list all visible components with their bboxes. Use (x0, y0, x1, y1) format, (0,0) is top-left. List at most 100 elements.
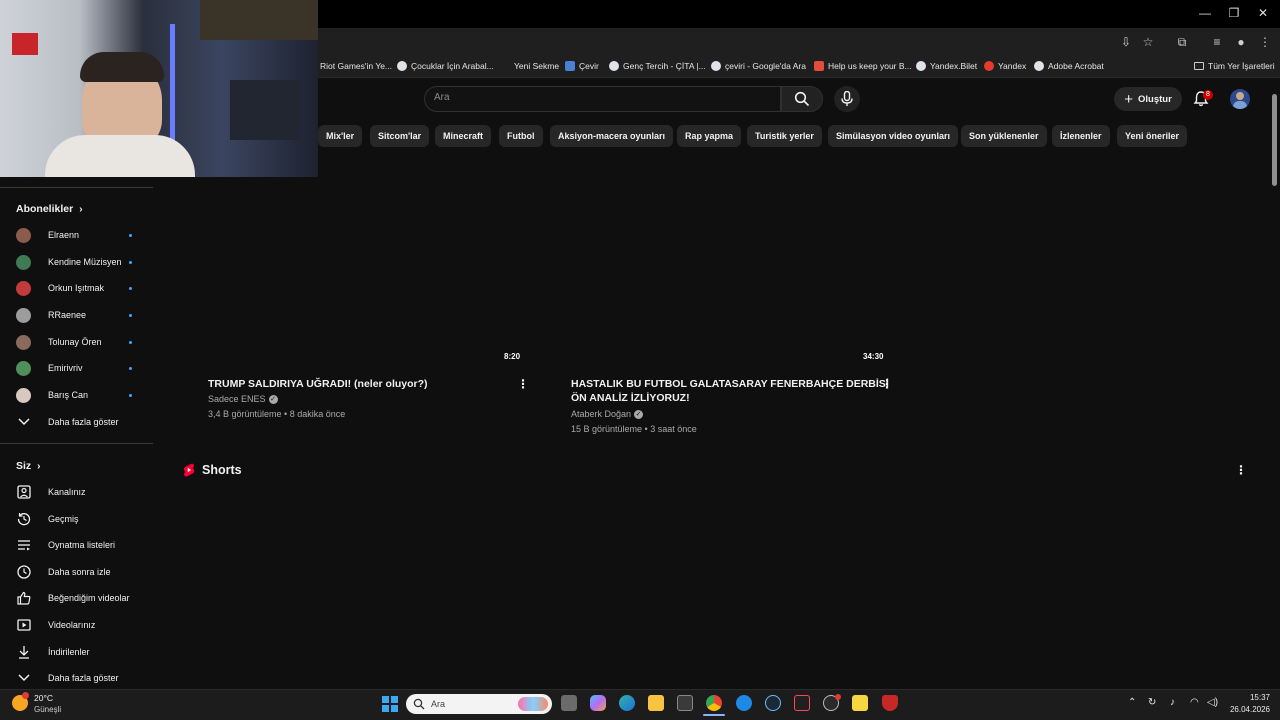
weather-temp: 20°C (34, 693, 53, 703)
all-bookmarks[interactable]: Tüm Yer İşaretleri (1194, 61, 1275, 71)
video-channel[interactable]: Ataberk Doğan ✓ (571, 409, 644, 419)
bookmark-item[interactable]: Help us keep your B... (814, 61, 912, 71)
chip-action-adventure-games[interactable]: Aksiyon-macera oyunları (550, 125, 674, 147)
video-title[interactable]: HASTALIK BU FUTBOL GALATASARAY FENERBAHÇ… (571, 377, 889, 405)
new-content-dot (129, 233, 132, 237)
sidebar-item-playlists[interactable]: Oynatma listeleri (16, 535, 146, 555)
menu-icon[interactable]: ⋮ (1257, 34, 1273, 50)
restore-icon[interactable]: ❐ (1227, 6, 1241, 20)
chip-sitcoms[interactable]: Sitcom'lar (370, 125, 430, 147)
chip-football[interactable]: Futbol (499, 125, 543, 147)
sidebar-item-kendine-muzisyen[interactable]: Kendine Müzisyen (16, 252, 146, 272)
sidebar-item-watch-later[interactable]: Daha sonra izle (16, 562, 146, 582)
subscriptions-heading[interactable]: Abonelikler › (16, 203, 83, 215)
install-app-icon[interactable]: ⇩ (1118, 34, 1134, 50)
sidebar-divider (0, 443, 153, 444)
close-icon[interactable]: ✕ (1256, 6, 1270, 20)
sidebar-item-downloads[interactable]: İndirilenler (16, 642, 146, 662)
bookmark-star-icon[interactable]: ☆ (1140, 34, 1156, 50)
chevron-up-icon[interactable]: ⌃ (1128, 697, 1136, 708)
bookmark-item[interactable]: Adobe Acrobat (1034, 61, 1104, 71)
chip-tourist-places[interactable]: Turistik yerler (747, 125, 822, 147)
channel-avatar (16, 254, 31, 270)
sidebar-item-label: Oynatma listeleri (48, 540, 116, 550)
bookmark-item[interactable]: Çocuklar İçin Arabal... (397, 61, 494, 71)
search-button[interactable] (781, 86, 823, 112)
sidebar-item-baris-can[interactable]: Barış Can (16, 385, 146, 405)
more-options-icon[interactable]: ⋮ (881, 377, 893, 391)
network-app-icon[interactable] (736, 695, 752, 711)
create-button[interactable]: + Oluştur (1114, 87, 1182, 111)
shorts-more-options-icon[interactable]: ⋮ (1235, 463, 1247, 477)
volume-icon[interactable]: ◁) (1207, 697, 1218, 708)
sidebar-item-elraenn[interactable]: Elraenn (16, 225, 146, 245)
file-explorer-icon[interactable] (648, 695, 664, 711)
bookmark-item[interactable]: Riot Games'in Ye... (320, 61, 392, 71)
edge-icon[interactable] (619, 695, 635, 711)
show-more-subscriptions[interactable]: Daha fazla göster (16, 412, 146, 432)
google-icon (397, 61, 407, 71)
sidebar-item-tolunay-oren[interactable]: Tolunay Ören (16, 332, 146, 352)
bookmark-item[interactable]: Yandex.Bilet (916, 61, 977, 71)
translate-icon (565, 61, 575, 71)
sidebar-item-label: İndirilenler (48, 647, 90, 657)
bookmark-item[interactable]: Yeni Sekme (514, 61, 559, 71)
search-icon (794, 91, 810, 107)
chip-new-to-you[interactable]: Yeni öneriler (1117, 125, 1188, 147)
sidebar-item-orkun-isitmak[interactable]: Orkun Işıtmak (16, 278, 146, 298)
media-control-icon[interactable]: ≡ (1209, 34, 1225, 50)
sync-icon[interactable]: ↻ (1148, 697, 1156, 708)
wifi-icon[interactable]: ◠ (1190, 697, 1199, 708)
sidebar-item-label: Geçmiş (48, 514, 79, 524)
sidebar-item-emirivriv[interactable]: Emirivriv (16, 358, 146, 378)
minimize-icon[interactable]: — (1198, 6, 1212, 20)
clock-time[interactable]: 15:37 (1230, 693, 1270, 702)
windows-start-icon[interactable] (382, 696, 398, 712)
extensions-icon[interactable]: ⧉ (1174, 34, 1190, 50)
profile-icon[interactable]: ● (1233, 34, 1249, 50)
clock-date[interactable]: 26.04.2026 (1222, 705, 1270, 714)
bookmark-label: Yandex.Bilet (930, 61, 978, 71)
sidebar-item-liked-videos[interactable]: Beğendiğim videolar (16, 588, 146, 608)
chip-minecraft[interactable]: Minecraft (435, 125, 492, 147)
bookmark-item[interactable]: Çevir (565, 61, 599, 71)
sidebar-item-your-videos[interactable]: Videolarınız (16, 615, 146, 635)
bookmark-item[interactable]: Genç Tercih - ÇİTA |... (609, 61, 706, 71)
chrome-icon[interactable] (706, 695, 722, 711)
search-input[interactable] (424, 86, 781, 112)
sidebar-item-your-channel[interactable]: Kanalınız (16, 482, 146, 502)
sidebar-item-label: Videolarınız (48, 620, 96, 630)
show-more-you[interactable]: Daha fazla göster (16, 668, 146, 688)
antivirus-icon[interactable] (882, 695, 898, 711)
store-icon[interactable] (677, 695, 693, 711)
steam-icon[interactable] (765, 695, 781, 711)
bookmark-label: Riot Games'in Ye... (320, 61, 393, 71)
bookmark-item[interactable]: çeviri - Google'da Ara (711, 61, 806, 71)
copilot-icon[interactable] (590, 695, 606, 711)
channel-name: Ataberk Doğan (571, 409, 632, 419)
chevron-right-icon: › (79, 203, 83, 215)
you-heading[interactable]: Siz › (16, 460, 41, 472)
mic-tray-icon[interactable]: ♪ (1170, 697, 1175, 708)
voice-search-button[interactable] (834, 86, 860, 112)
bookmark-label: Tüm Yer İşaretleri (1208, 61, 1275, 71)
more-options-icon[interactable]: ⋮ (517, 377, 529, 391)
utility-app-icon[interactable] (852, 695, 868, 711)
bookmark-item[interactable]: Yandex (984, 61, 1026, 71)
sidebar-item-rraenee[interactable]: RRaenee (16, 305, 146, 325)
chip-simulation-games[interactable]: Simülasyon video oyunları (828, 125, 959, 147)
channel-avatar (16, 307, 31, 323)
account-avatar[interactable] (1230, 89, 1250, 109)
chip-recently-uploaded[interactable]: Son yüklenenler (961, 125, 1047, 147)
video-title[interactable]: TRUMP SALDIRIYA UĞRADI! (neler oluyor?) (208, 377, 428, 391)
sidebar-item-history[interactable]: Geçmiş (16, 509, 146, 529)
chip-rapping[interactable]: Rap yapma (677, 125, 742, 147)
chip-watched[interactable]: İzlenenler (1052, 125, 1110, 147)
chip-mixes[interactable]: Mix'ler (318, 125, 363, 147)
sidebar-item-label: Daha sonra izle (48, 567, 111, 577)
sidebar-item-label: Daha fazla göster (48, 417, 119, 427)
video-channel[interactable]: Sadece ENES ✓ (208, 394, 278, 404)
riot-client-icon[interactable] (794, 695, 810, 711)
task-view-icon[interactable] (561, 695, 577, 711)
scrollbar-thumb[interactable] (1272, 94, 1277, 186)
